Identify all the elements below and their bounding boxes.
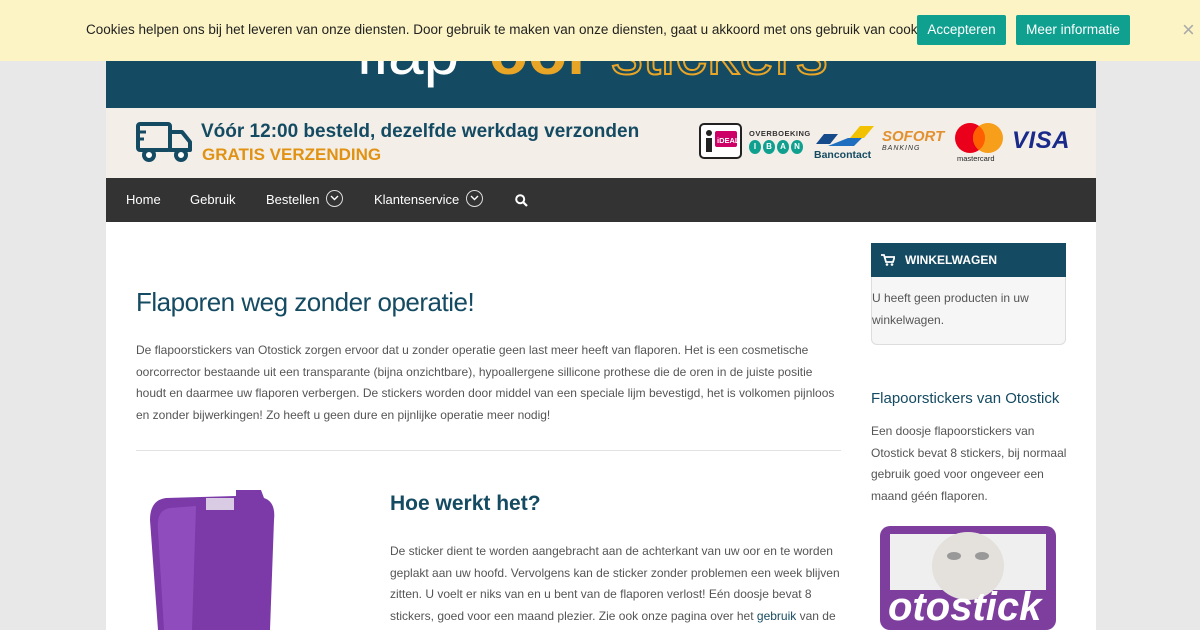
cart-empty-message: U heeft geen producten in uw winkelwagen… <box>872 291 1029 327</box>
chevron-down-icon[interactable] <box>326 189 344 207</box>
free-shipping-label: GRATIS VERZENDING <box>202 145 382 164</box>
sofort-banking-label: BANKING <box>882 145 921 152</box>
section-title: Hoe werkt het? <box>390 492 541 515</box>
search-icon[interactable] <box>515 194 528 207</box>
mastercard-label: mastercard <box>957 154 995 163</box>
cart-header[interactable]: WINKELWAGEN <box>871 243 1066 277</box>
nav-klantenservice[interactable]: Klantenservice <box>374 189 484 207</box>
svg-text:otostick: otostick <box>888 585 1043 629</box>
nav-gebruik[interactable]: Gebruik <box>190 192 236 207</box>
product-image <box>136 490 341 630</box>
bancontact-logo <box>816 126 874 146</box>
shipping-promise: Vóór 12:00 besteld, dezelfde werkdag ver… <box>201 121 640 142</box>
page-container: flap oor stickers Vóór 12:00 besteld, de… <box>106 0 1096 630</box>
intro-paragraph: De flapoorstickers van Otostick zorgen e… <box>136 343 835 422</box>
sidebar-widget-text: Een doosje flapoorstickers van Otostick … <box>871 424 1067 503</box>
nav-home[interactable]: Home <box>126 192 161 207</box>
cookie-message: Cookies helpen ons bij het leveren van o… <box>86 22 939 37</box>
sofort-logo: SOFORT <box>882 128 945 145</box>
shipping-banner: Vóór 12:00 besteld, dezelfde werkdag ver… <box>106 108 1096 178</box>
svg-text:iDEAL: iDEAL <box>717 136 740 145</box>
iban-transfer-label: OVERBOEKING <box>749 129 811 138</box>
chevron-down-icon[interactable] <box>466 189 484 207</box>
close-icon[interactable]: × <box>1182 18 1195 42</box>
iban-logo: I B A N <box>749 140 803 154</box>
truck-icon <box>136 122 192 162</box>
cookie-bar: Cookies helpen ons bij het leveren van o… <box>0 0 1200 61</box>
divider <box>136 450 841 451</box>
cart-widget: WINKELWAGEN U heeft geen producten in uw… <box>871 243 1066 345</box>
accept-cookies-button[interactable]: Accepteren <box>917 15 1006 45</box>
page-title: Flaporen weg zonder operatie! <box>136 287 475 317</box>
gebruik-link[interactable]: gebruik <box>757 609 796 623</box>
mastercard-logo <box>955 123 1003 153</box>
bancontact-label: Bancontact <box>814 149 872 161</box>
nav-bestellen[interactable]: Bestellen <box>266 189 344 207</box>
cart-icon <box>881 254 895 266</box>
sidebar-widget-title: Flapoorstickers van Otostick <box>871 390 1060 407</box>
visa-logo: VISA <box>1012 127 1071 154</box>
more-info-button[interactable]: Meer informatie <box>1016 15 1130 45</box>
otostick-box-image: otostick <box>880 526 1056 630</box>
section-paragraph: De sticker dient te worden aangebracht a… <box>390 544 840 623</box>
main-navigation: Home Gebruik Bestellen Klantenservice <box>106 178 1096 222</box>
ideal-logo: iDEAL <box>699 123 742 159</box>
